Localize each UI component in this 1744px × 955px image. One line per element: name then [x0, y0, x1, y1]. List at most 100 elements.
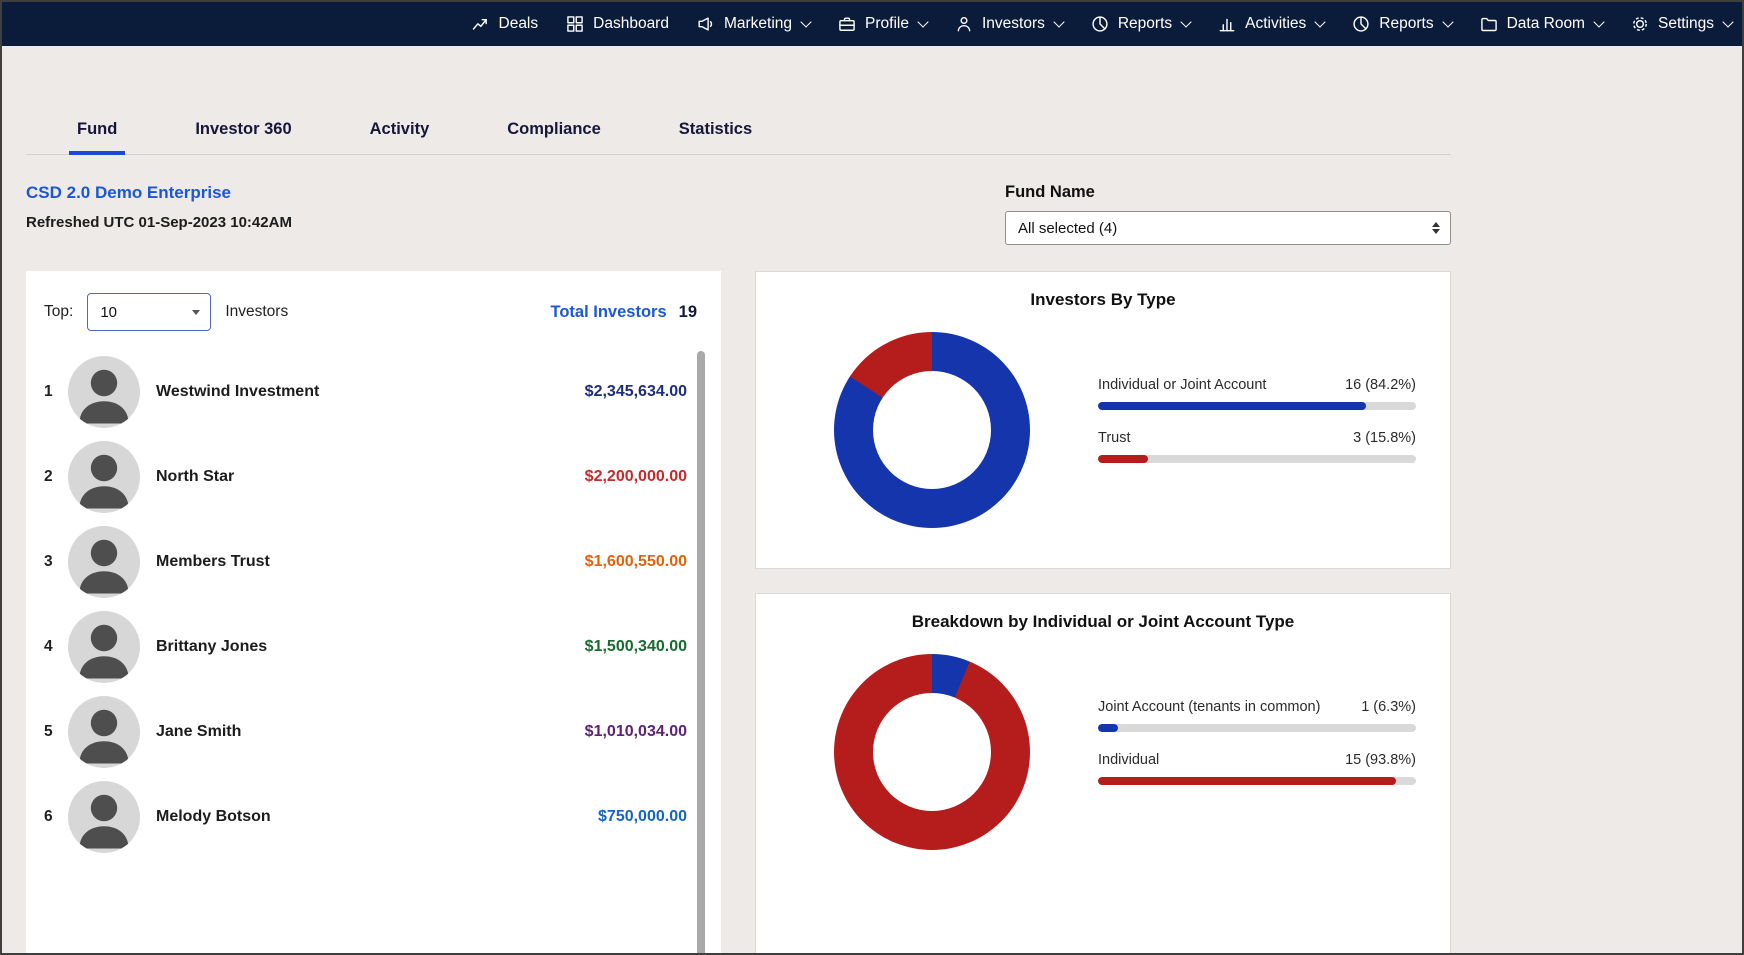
- investor-amount: $1,600,550.00: [585, 553, 687, 571]
- tab-label: Activity: [370, 120, 430, 138]
- investor-rank: 1: [44, 383, 68, 401]
- investor-row[interactable]: 5 Jane Smith $1,010,034.00: [44, 689, 721, 774]
- nav-item-reports[interactable]: Reports: [1351, 14, 1451, 34]
- legend-bar-fill: [1098, 455, 1148, 463]
- nav-item-label: Reports: [1118, 15, 1172, 33]
- chevron-down-icon: [800, 16, 811, 27]
- nav-item-label: Investors: [982, 15, 1045, 33]
- fund-name-select[interactable]: All selected (4): [1005, 211, 1451, 245]
- fund-head: CSD 2.0 Demo Enterprise Refreshed UTC 01…: [26, 183, 292, 231]
- fund-name-select-input[interactable]: All selected (4): [1006, 212, 1450, 244]
- investor-rank: 6: [44, 808, 68, 826]
- legend-bar: [1098, 724, 1416, 732]
- nav-item-settings[interactable]: Settings: [1630, 14, 1732, 34]
- avatar: [68, 781, 140, 853]
- nav-item-label: Deals: [499, 15, 539, 33]
- investor-name: Westwind Investment: [156, 383, 585, 401]
- nav-item-label: Data Room: [1507, 15, 1585, 33]
- investor-amount: $2,345,634.00: [585, 383, 687, 401]
- scrollbar[interactable]: [697, 351, 705, 955]
- investor-rank: 5: [44, 723, 68, 741]
- charts-column: Investors By Type Individual or Joint Ac…: [755, 271, 1451, 955]
- nav-item-marketing[interactable]: Marketing: [696, 14, 810, 34]
- legend-bar: [1098, 777, 1416, 785]
- chart-title: Investors By Type: [776, 290, 1430, 310]
- legend-value: 3 (15.8%): [1353, 430, 1416, 446]
- investor-amount: $1,500,340.00: [585, 638, 687, 656]
- pie-chart-icon: [1090, 14, 1110, 34]
- donut-chart: [834, 654, 1030, 850]
- nav-item-deals[interactable]: Deals: [471, 14, 539, 34]
- chevron-down-icon: [1053, 16, 1064, 27]
- investor-row[interactable]: 6 Melody Botson $750,000.00: [44, 774, 721, 859]
- tab-compliance[interactable]: Compliance: [499, 110, 609, 154]
- select-caret-icon: [192, 310, 200, 315]
- app-window: Deals Dashboard Marketing Profile Invest…: [0, 0, 1744, 955]
- tab-investor-360[interactable]: Investor 360: [187, 110, 299, 154]
- chart-body: Joint Account (tenants in common) 1 (6.3…: [776, 654, 1430, 850]
- chart-card: Breakdown by Individual or Joint Account…: [755, 593, 1451, 955]
- total-investors-value: 19: [679, 303, 697, 322]
- top-investors-card: Top: 10 Investors Total Investors 19: [26, 271, 721, 955]
- nav-item-reports[interactable]: Reports: [1090, 14, 1190, 34]
- nav-item-activities[interactable]: Activities: [1217, 14, 1324, 34]
- tab-activity[interactable]: Activity: [362, 110, 438, 154]
- nav-item-label: Marketing: [724, 15, 792, 33]
- person-icon: [954, 14, 974, 34]
- fund-header-row: CSD 2.0 Demo Enterprise Refreshed UTC 01…: [26, 183, 1451, 245]
- megaphone-icon: [696, 14, 716, 34]
- fund-title-link[interactable]: CSD 2.0 Demo Enterprise: [26, 183, 292, 203]
- line-chart-icon: [471, 14, 491, 34]
- legend-value: 16 (84.2%): [1345, 377, 1416, 393]
- tab-label: Compliance: [507, 120, 601, 138]
- investor-name: Melody Botson: [156, 808, 598, 826]
- chevron-down-icon: [1722, 16, 1733, 27]
- gear-icon: [1630, 14, 1650, 34]
- fund-name-label: Fund Name: [1005, 183, 1451, 202]
- legend-label: Trust: [1098, 430, 1131, 446]
- legend-bar: [1098, 402, 1416, 410]
- legend-entry: Individual 15 (93.8%): [1098, 752, 1416, 785]
- investor-row[interactable]: 3 Members Trust $1,600,550.00: [44, 519, 721, 604]
- chart-legend: Individual or Joint Account 16 (84.2%) T…: [1098, 377, 1416, 483]
- investor-amount: $750,000.00: [598, 808, 687, 826]
- tab-label: Fund: [77, 120, 117, 138]
- legend-entry: Trust 3 (15.8%): [1098, 430, 1416, 463]
- chevron-down-icon: [1315, 16, 1326, 27]
- investor-amount: $1,010,034.00: [585, 723, 687, 741]
- avatar: [68, 526, 140, 598]
- investor-name: Members Trust: [156, 553, 585, 571]
- investor-amount: $2,200,000.00: [585, 468, 687, 486]
- top-investors-header: Top: 10 Investors Total Investors 19: [26, 271, 721, 345]
- avatar: [68, 441, 140, 513]
- nav-item-data-room[interactable]: Data Room: [1479, 14, 1603, 34]
- chart-title: Breakdown by Individual or Joint Account…: [776, 612, 1430, 632]
- nav-item-dashboard[interactable]: Dashboard: [565, 14, 669, 34]
- investor-rank: 3: [44, 553, 68, 571]
- legend-value: 15 (93.8%): [1345, 752, 1416, 768]
- legend-entry: Individual or Joint Account 16 (84.2%): [1098, 377, 1416, 410]
- legend-bar-fill: [1098, 777, 1396, 785]
- investor-row[interactable]: 4 Brittany Jones $1,500,340.00: [44, 604, 721, 689]
- investors-label: Investors: [225, 303, 288, 321]
- investor-row[interactable]: 2 North Star $2,200,000.00: [44, 434, 721, 519]
- legend-value: 1 (6.3%): [1361, 699, 1416, 715]
- chart-card: Investors By Type Individual or Joint Ac…: [755, 271, 1451, 569]
- chevron-down-icon: [1180, 16, 1191, 27]
- nav-item-investors[interactable]: Investors: [954, 14, 1063, 34]
- nav-item-profile[interactable]: Profile: [837, 14, 927, 34]
- avatar: [68, 696, 140, 768]
- legend-label: Individual or Joint Account: [1098, 377, 1266, 393]
- tab-label: Investor 360: [195, 120, 291, 138]
- investor-row[interactable]: 1 Westwind Investment $2,345,634.00: [44, 349, 721, 434]
- investor-rank: 2: [44, 468, 68, 486]
- investor-rank: 4: [44, 638, 68, 656]
- chevron-down-icon: [1442, 16, 1453, 27]
- tab-statistics[interactable]: Statistics: [671, 110, 760, 154]
- legend-bar: [1098, 455, 1416, 463]
- tab-fund[interactable]: Fund: [69, 110, 125, 154]
- pie-chart-icon: [1351, 14, 1371, 34]
- top-count-select[interactable]: 10: [87, 293, 211, 331]
- legend-label: Individual: [1098, 752, 1159, 768]
- total-investors-label[interactable]: Total Investors: [551, 303, 667, 322]
